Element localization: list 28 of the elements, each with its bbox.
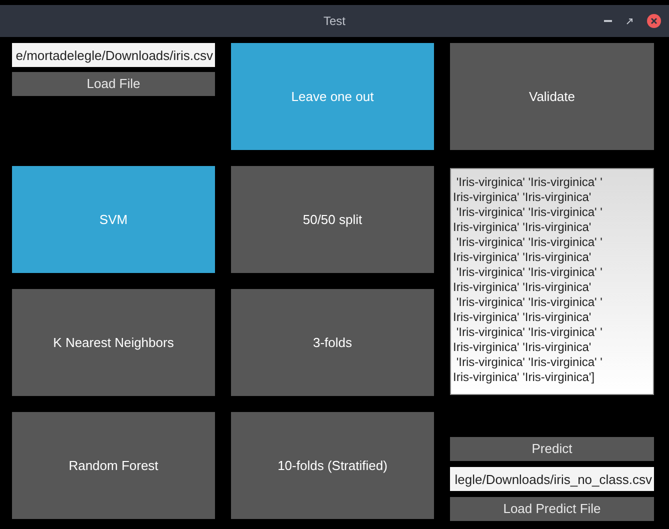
output-line: 'Iris-virginica' 'Iris-virginica' ' bbox=[455, 205, 604, 220]
option-button[interactable]: 3-folds bbox=[231, 289, 434, 396]
window-title: Test bbox=[324, 13, 346, 30]
file-path-field[interactable]: e/mortadelegle/Downloads/iris.csv bbox=[12, 43, 215, 67]
load-file-button[interactable]: Load File bbox=[12, 72, 215, 96]
output-line: Iris-virginica' 'Iris-virginica' bbox=[453, 340, 592, 355]
option-button[interactable]: 50/50 split bbox=[231, 166, 434, 273]
validate-button[interactable]: Validate bbox=[450, 43, 654, 150]
output-line: 'Iris-virginica' 'Iris-virginica' ' bbox=[455, 295, 604, 310]
output-line: Iris-virginica' 'Iris-virginica'] bbox=[453, 370, 596, 385]
predict-button[interactable]: Predict bbox=[450, 437, 654, 461]
maximize-icon[interactable] bbox=[626, 18, 633, 24]
output-line: 'Iris-virginica' 'Iris-virginica' ' bbox=[455, 325, 604, 340]
output-line: Iris-virginica' 'Iris-virginica' bbox=[453, 190, 592, 205]
load-predict-file-button[interactable]: Load Predict File bbox=[450, 497, 654, 521]
output-line: 'Iris-virginica' 'Iris-virginica' ' bbox=[455, 265, 604, 280]
output-line: 'Iris-virginica' 'Iris-virginica' ' bbox=[455, 355, 604, 370]
output-line: Iris-virginica' 'Iris-virginica' bbox=[453, 310, 592, 325]
option-button[interactable]: Random Forest bbox=[12, 412, 215, 519]
option-button[interactable]: K Nearest Neighbors bbox=[12, 289, 215, 396]
output-line: Iris-virginica' 'Iris-virginica' bbox=[453, 280, 592, 295]
option-button[interactable]: 10-folds (Stratified) bbox=[231, 412, 434, 519]
output-line: Iris-virginica' 'Iris-virginica' bbox=[453, 220, 592, 235]
close-icon[interactable] bbox=[647, 14, 661, 28]
output-line: 'Iris-virginica' 'Iris-virginica' ' bbox=[455, 235, 604, 250]
output-line: Iris-virginica' 'Iris-virginica' bbox=[453, 250, 592, 265]
output-line: 'Iris-virginica' 'Iris-virginica' ' bbox=[455, 175, 604, 190]
predict-file-field[interactable]: legle/Downloads/iris_no_class.csv bbox=[450, 467, 654, 491]
